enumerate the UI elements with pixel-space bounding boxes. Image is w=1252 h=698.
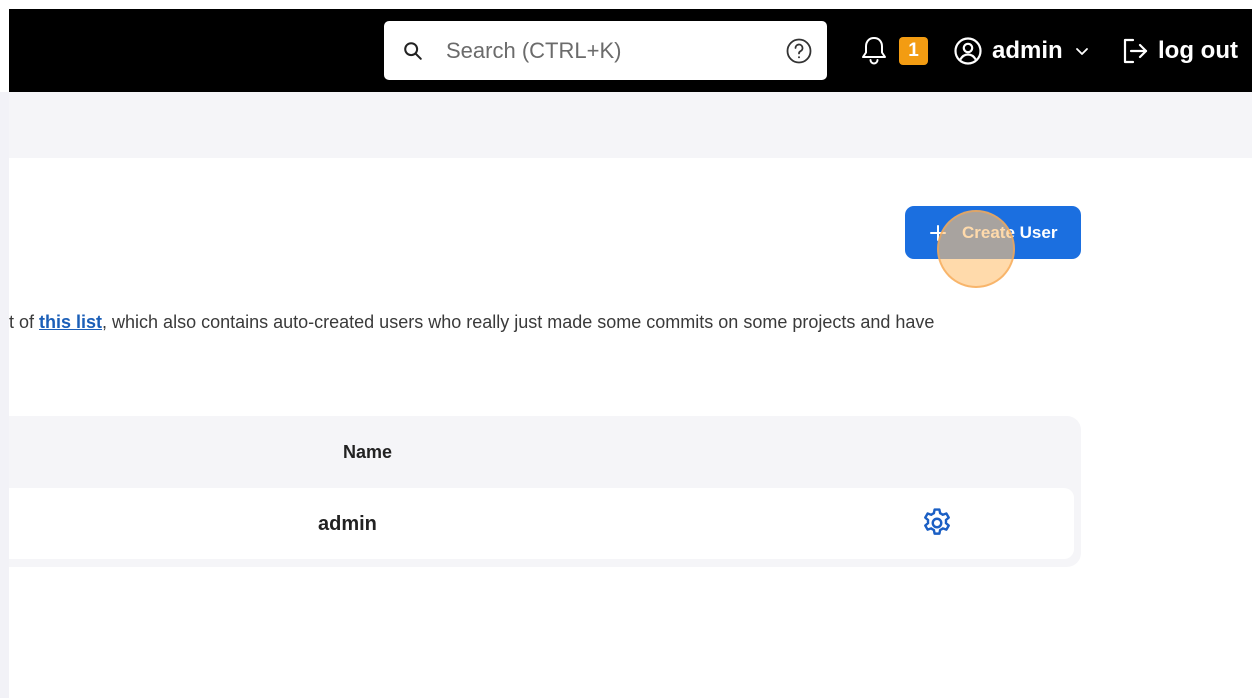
logout-button[interactable]: log out [1120,33,1238,69]
help-circle-icon[interactable] [785,37,813,65]
plus-icon [930,224,946,241]
table-row[interactable]: admin [9,488,1074,559]
logout-label: log out [1158,37,1238,64]
create-user-button[interactable]: Create User [905,206,1081,259]
top-bar: 1 admin log out [0,0,1252,92]
logout-icon [1123,38,1148,64]
this-list-link[interactable]: this list [39,312,102,332]
notification-count-badge[interactable]: 1 [899,37,928,65]
sidebar-edge [0,92,9,698]
search-icon [404,41,422,60]
users-table: Name admin [9,416,1081,567]
page-description: t of this list, which also contains auto… [9,312,1109,333]
gear-icon[interactable] [920,506,954,540]
column-header-name[interactable]: Name [343,442,392,463]
search-box[interactable] [384,21,827,80]
description-prefix: t of [9,312,40,332]
chevron-down-icon [1075,48,1088,55]
user-name-cell: admin [318,513,377,535]
search-input[interactable] [446,37,766,64]
user-menu[interactable]: admin [953,33,1090,69]
breadcrumb-bar [9,92,1252,158]
user-menu-label: admin [992,37,1063,64]
description-suffix: , which also contains auto-created users… [102,312,935,332]
user-circle-icon [954,37,982,65]
create-user-label: Create User [962,222,1058,242]
bell-icon[interactable] [859,34,889,66]
